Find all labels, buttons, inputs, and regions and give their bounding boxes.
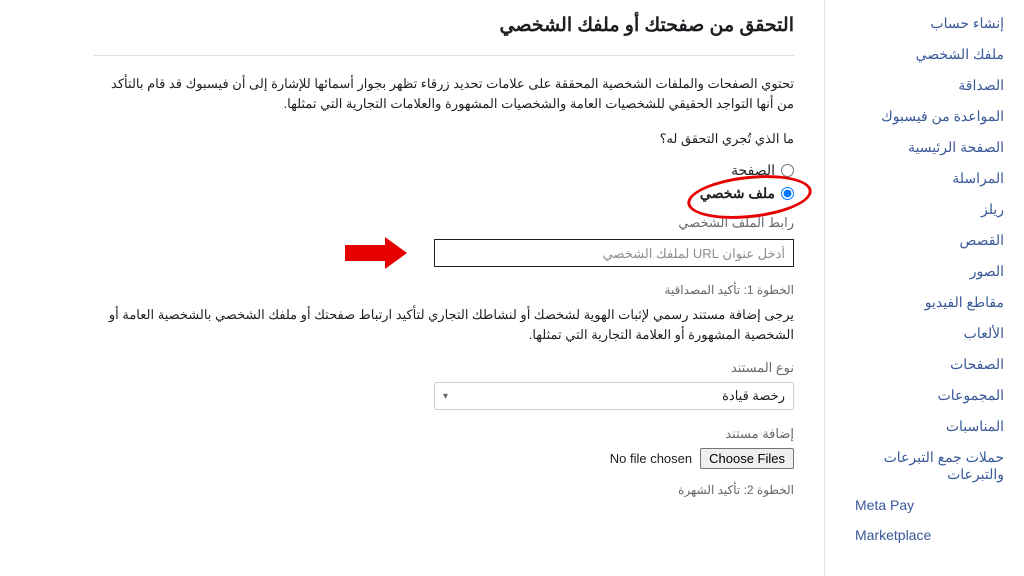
chevron-down-icon: ▾	[443, 391, 448, 402]
sidebar: إنشاء حساب ملفك الشخصي الصداقة المواعدة …	[824, 0, 1024, 576]
doctype-value: رخصة قيادة	[722, 388, 785, 404]
sidebar-item-profile[interactable]: ملفك الشخصي	[825, 39, 1004, 70]
sidebar-item-fundraisers[interactable]: حملات جمع التبرعات والتبرعات	[825, 442, 1004, 490]
choose-files-button[interactable]: Choose Files	[700, 448, 794, 469]
sidebar-item-reels[interactable]: ريلز	[825, 194, 1004, 225]
file-input-row: No file chosen Choose Files	[94, 448, 794, 469]
radio-option-page[interactable]: الصفحة	[94, 159, 794, 182]
add-document-label: إضافة مستند	[94, 426, 794, 442]
no-file-text: No file chosen	[610, 451, 692, 466]
sidebar-item-videos[interactable]: مقاطع الفيديو	[825, 287, 1004, 318]
radio-group: الصفحة ملف شخصي	[94, 159, 794, 205]
intro-text: تحتوي الصفحات والملفات الشخصية المحققة ع…	[94, 74, 794, 113]
sidebar-item-dating[interactable]: المواعدة من فيسبوك	[825, 101, 1004, 132]
radio-option-profile[interactable]: ملف شخصي	[94, 182, 794, 205]
sidebar-item-pages[interactable]: الصفحات	[825, 349, 1004, 380]
doctype-select[interactable]: رخصة قيادة ▾	[434, 382, 794, 410]
sidebar-item-events[interactable]: المناسبات	[825, 411, 1004, 442]
sidebar-item-games[interactable]: الألعاب	[825, 318, 1004, 349]
page-title: التحقق من صفحتك أو ملفك الشخصي	[94, 14, 794, 37]
verify-question: ما الذي تُجري التحقق له؟	[94, 131, 794, 147]
sidebar-item-home[interactable]: الصفحة الرئيسية	[825, 132, 1004, 163]
radio-profile-input[interactable]	[781, 187, 794, 200]
sidebar-item-groups[interactable]: المجموعات	[825, 380, 1004, 411]
sidebar-item-create-account[interactable]: إنشاء حساب	[825, 8, 1004, 39]
sidebar-item-meta-pay[interactable]: Meta Pay	[825, 490, 1004, 520]
sidebar-item-friendship[interactable]: الصداقة	[825, 70, 1004, 101]
sidebar-item-marketplace[interactable]: Marketplace	[825, 520, 1004, 550]
step1-label: الخطوة 1: تأكيد المصداقية	[94, 283, 794, 297]
radio-page-input[interactable]	[781, 164, 794, 177]
divider	[94, 55, 794, 56]
step1-description: يرجى إضافة مستند رسمي لإثبات الهوية لشخص…	[94, 305, 794, 344]
profile-link-label: رابط الملف الشخصي	[94, 215, 794, 231]
sidebar-item-stories[interactable]: القصص	[825, 225, 1004, 256]
radio-profile-label: ملف شخصي	[700, 185, 775, 202]
profile-url-input[interactable]	[434, 239, 794, 267]
url-row	[94, 237, 794, 269]
step2-label: الخطوة 2: تأكيد الشهرة	[94, 483, 794, 497]
main-content: التحقق من صفحتك أو ملفك الشخصي تحتوي الص…	[0, 0, 824, 576]
radio-page-label: الصفحة	[731, 162, 775, 179]
sidebar-item-photos[interactable]: الصور	[825, 256, 1004, 287]
sidebar-item-messaging[interactable]: المراسلة	[825, 163, 1004, 194]
arrow-annotation	[345, 237, 407, 269]
doctype-label: نوع المستند	[94, 360, 794, 376]
